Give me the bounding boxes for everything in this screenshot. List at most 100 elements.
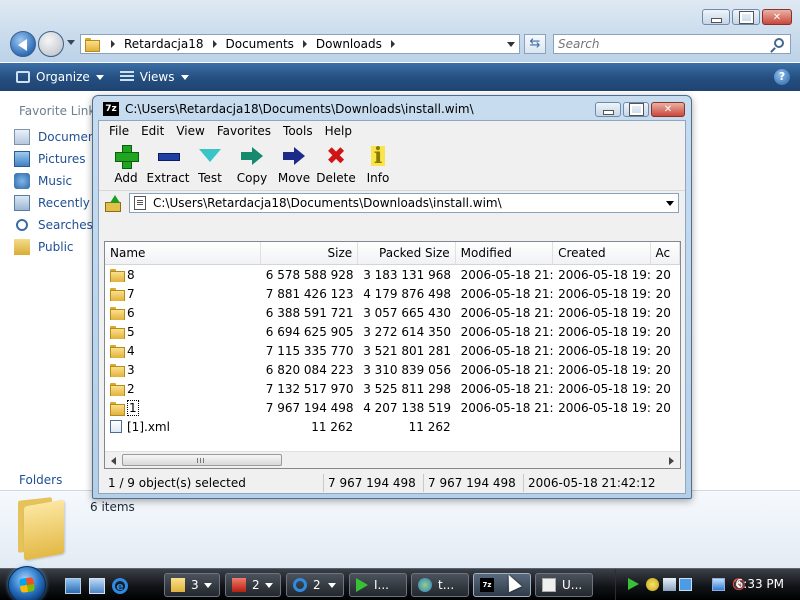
show-desktop-icon[interactable] [65, 578, 81, 594]
column-header-created[interactable]: Created [553, 242, 651, 264]
info-button[interactable]: i Info [357, 141, 399, 185]
test-button[interactable]: Test [189, 141, 231, 185]
maximize-button[interactable] [732, 9, 760, 25]
copy-label: Copy [236, 171, 268, 185]
breadcrumb-separator-icon[interactable] [111, 40, 115, 48]
breadcrumb-separator-icon[interactable] [302, 40, 307, 48]
menu-favorites[interactable]: Favorites [211, 124, 277, 138]
clock[interactable]: 6:33 PM [736, 577, 784, 591]
chevron-down-icon[interactable] [666, 201, 674, 206]
taskbar-button-folders[interactable]: 3 [164, 573, 220, 597]
minimize-button[interactable] [702, 9, 730, 25]
back-button[interactable] [10, 31, 36, 57]
table-row[interactable]: 2 7 132 517 970 3 525 811 298 2006-05-18… [105, 379, 680, 398]
organize-button[interactable]: Organize [16, 70, 104, 84]
toolbar: Add Extract Test Copy Move ✖ Delete i Info [99, 141, 685, 191]
menu-view[interactable]: View [170, 124, 210, 138]
menu-help[interactable]: Help [319, 124, 358, 138]
extract-button[interactable]: Extract [147, 141, 190, 185]
scroll-right-icon[interactable] [669, 457, 674, 465]
internet-explorer-icon[interactable]: e [112, 578, 128, 594]
column-header-size[interactable]: Size [261, 242, 359, 264]
help-icon[interactable]: ? [774, 69, 790, 85]
documents-icon [14, 129, 30, 145]
row-name: 2 [105, 382, 261, 396]
chevron-down-icon [95, 74, 104, 80]
row-size: 11 262 [311, 419, 354, 434]
scroll-left-icon[interactable] [111, 457, 116, 465]
recent-pages-dropdown[interactable] [67, 40, 75, 45]
close-button[interactable]: ✕ [762, 9, 792, 25]
taskbar-button-label: I... [374, 578, 389, 592]
scrollbar-thumb[interactable] [122, 454, 282, 466]
table-row[interactable]: 8 6 578 588 928 3 183 131 968 2006-05-18… [105, 265, 680, 284]
folders-toggle[interactable]: Folders [19, 473, 62, 487]
menu-edit[interactable]: Edit [135, 124, 170, 138]
row-packed-size: 11 262 [408, 419, 451, 434]
tray-app-icon[interactable] [663, 578, 676, 591]
row-name-label: 2 [127, 381, 135, 396]
address-bar[interactable]: Retardacja18 Documents Downloads [80, 34, 520, 54]
row-size: 7 132 517 970 [265, 381, 354, 396]
breadcrumb-separator-icon[interactable] [390, 40, 395, 48]
table-row[interactable]: [1].xml 11 262 11 262 [105, 417, 680, 436]
flag-tray-icon[interactable] [628, 578, 639, 590]
breadcrumb-item[interactable]: Downloads [316, 37, 382, 51]
path-combobox[interactable]: C:\Users\Retardacja18\Documents\Download… [129, 193, 679, 213]
views-button[interactable]: Views [119, 70, 189, 84]
column-header-modified[interactable]: Modified [456, 242, 554, 264]
column-header-name[interactable]: Name [105, 242, 261, 264]
breadcrumb-item[interactable]: Documents [226, 37, 294, 51]
network-app-icon[interactable] [679, 578, 692, 591]
column-header-accessed[interactable]: Ac [651, 242, 680, 264]
taskbar-button-app-group[interactable]: 2 [225, 573, 281, 597]
network-icon[interactable] [712, 578, 725, 591]
start-button[interactable] [8, 566, 46, 600]
breadcrumb-separator-icon[interactable] [212, 40, 217, 48]
row-accessed: 20 [655, 305, 671, 320]
breadcrumb-item[interactable]: Retardacja18 [124, 37, 204, 51]
forward-button[interactable] [38, 31, 64, 57]
table-row[interactable]: 7 7 881 426 123 4 179 876 498 2006-05-18… [105, 284, 680, 303]
search-input[interactable] [554, 35, 754, 53]
address-dropdown-icon[interactable] [507, 42, 515, 47]
organize-label: Organize [36, 70, 90, 84]
refresh-button[interactable]: ⇆ [524, 34, 546, 54]
close-button[interactable]: ✕ [651, 102, 685, 117]
maximize-button[interactable] [623, 102, 649, 117]
security-shield-icon[interactable] [646, 578, 659, 591]
search-icon[interactable] [774, 38, 784, 48]
taskbar-button-ie-group[interactable]: 2 [286, 573, 344, 597]
app-icon [418, 578, 432, 592]
table-row[interactable]: 3 6 820 084 223 3 310 839 056 2006-05-18… [105, 360, 680, 379]
menu-file[interactable]: File [103, 124, 135, 138]
organize-icon [16, 71, 30, 83]
switch-windows-icon[interactable] [89, 578, 105, 594]
minimize-button[interactable] [595, 102, 621, 117]
close-icon: ✕ [772, 11, 782, 23]
table-row[interactable]: 4 7 115 335 770 3 521 801 281 2006-05-18… [105, 341, 680, 360]
table-row[interactable]: 5 6 694 625 905 3 272 614 350 2006-05-18… [105, 322, 680, 341]
delete-button[interactable]: ✖ Delete [315, 141, 357, 185]
table-row-selected[interactable]: 1 7 967 194 498 4 207 138 519 2006-05-18… [105, 398, 680, 417]
taskbar-button-document[interactable]: U... [535, 573, 593, 597]
move-button[interactable]: Move [273, 141, 315, 185]
folder-icon [110, 401, 125, 416]
column-header-packed-size[interactable]: Packed Size [358, 242, 456, 264]
horizontal-scrollbar[interactable] [105, 451, 680, 468]
add-button[interactable]: Add [105, 141, 147, 185]
info-label: Info [366, 171, 390, 185]
row-created: 2006-05-18 19:33 [558, 286, 650, 301]
move-arrow-icon [282, 144, 306, 168]
taskbar-button-app[interactable]: t... [411, 573, 469, 597]
search-box[interactable] [553, 34, 791, 54]
table-row[interactable]: 6 6 388 591 721 3 057 665 430 2006-05-18… [105, 303, 680, 322]
menu-tools[interactable]: Tools [277, 124, 319, 138]
row-name: 7 [105, 287, 261, 301]
taskbar-button-flag-app[interactable]: I... [349, 573, 407, 597]
up-folder-icon[interactable] [105, 195, 121, 212]
refresh-icon: ⇆ [529, 36, 541, 51]
copy-button[interactable]: Copy [231, 141, 273, 185]
row-accessed: 20 [655, 324, 671, 339]
row-modified: 2006-05-18 21:52 [460, 267, 553, 282]
